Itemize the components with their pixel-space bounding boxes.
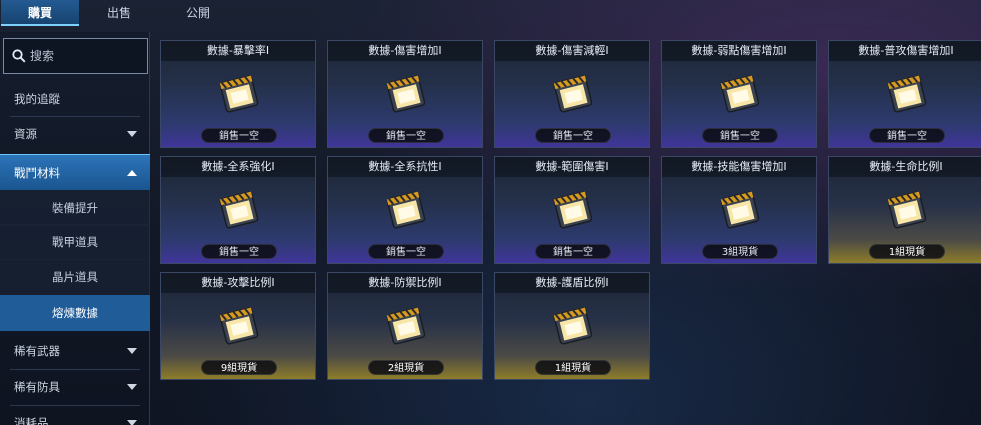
data-chip-icon xyxy=(720,75,760,113)
sidebar-item-label: 戰甲道具 xyxy=(52,235,98,249)
item-card[interactable]: 數據-傷害增加I 銷售一空 xyxy=(327,40,483,148)
sidebar-item-combat-materials[interactable]: 戰鬥材料 xyxy=(0,154,150,190)
sidebar-item-label: 資源 xyxy=(14,127,37,141)
item-title: 數據-防禦比例I xyxy=(328,273,482,293)
sidebar-item-label: 稀有防具 xyxy=(14,380,60,394)
item-title: 數據-弱點傷害增加I xyxy=(662,41,816,61)
status-badge: 銷售一空 xyxy=(201,128,277,143)
data-chip-icon xyxy=(887,75,927,113)
item-title: 數據-攻擊比例I xyxy=(161,273,315,293)
chevron-down-icon xyxy=(127,384,137,390)
item-title: 數據-全系抗性I xyxy=(328,157,482,177)
item-card[interactable]: 數據-弱點傷害增加I 銷售一空 xyxy=(661,40,817,148)
item-card[interactable]: 數據-全系抗性I 銷售一空 xyxy=(327,156,483,264)
item-card[interactable]: 數據-攻擊比例I 9組現貨 xyxy=(160,272,316,380)
data-chip-icon xyxy=(386,307,426,345)
sidebar-item-chip-items[interactable]: 晶片道具 xyxy=(0,259,150,295)
sidebar-item-label: 稀有武器 xyxy=(14,344,60,358)
status-badge: 銷售一空 xyxy=(368,128,444,143)
data-chip-icon xyxy=(553,307,593,345)
data-chip-icon xyxy=(219,307,259,345)
sidebar-item-rare-armor[interactable]: 稀有防具 xyxy=(0,369,150,405)
item-card[interactable]: 數據-暴擊率I 銷售一空 xyxy=(160,40,316,148)
data-chip-icon xyxy=(553,75,593,113)
sidebar-item-rare-weapons[interactable]: 稀有武器 xyxy=(0,333,150,369)
data-chip-icon xyxy=(219,191,259,229)
sidebar-item-label: 我的追蹤 xyxy=(14,92,60,106)
status-badge: 銷售一空 xyxy=(535,244,611,259)
item-title: 數據-範圍傷害I xyxy=(495,157,649,177)
item-title: 數據-普攻傷害增加I xyxy=(829,41,981,61)
sidebar-item-resources[interactable]: 資源 xyxy=(0,116,150,152)
item-card[interactable]: 數據-防禦比例I 2組現貨 xyxy=(327,272,483,380)
item-title: 數據-傷害減輕I xyxy=(495,41,649,61)
data-chip-icon xyxy=(887,191,927,229)
data-chip-icon xyxy=(386,191,426,229)
status-badge: 3組現貨 xyxy=(702,244,778,259)
search-icon xyxy=(12,49,26,63)
sidebar-item-armor-items[interactable]: 戰甲道具 xyxy=(0,224,150,260)
item-card[interactable]: 數據-生命比例I 1組現貨 xyxy=(828,156,981,264)
chevron-down-icon xyxy=(127,131,137,137)
item-card[interactable]: 數據-傷害減輕I 銷售一空 xyxy=(494,40,650,148)
item-card[interactable]: 數據-技能傷害增加I 3組現貨 xyxy=(661,156,817,264)
tab-buy[interactable]: 購買 xyxy=(1,0,79,26)
data-chip-icon xyxy=(386,75,426,113)
chevron-up-icon xyxy=(127,170,137,176)
sidebar-item-smelting-data[interactable]: 熔煉數據 xyxy=(0,295,150,331)
sidebar-item-label: 戰鬥材料 xyxy=(14,165,60,180)
status-badge: 銷售一空 xyxy=(201,244,277,259)
sidebar-item-label: 消耗品 xyxy=(14,416,49,425)
sidebar-item-equipment-upgrade[interactable]: 裝備提升 xyxy=(0,190,150,226)
item-title: 數據-全系強化I xyxy=(161,157,315,177)
status-badge: 9組現貨 xyxy=(201,360,277,375)
chevron-down-icon xyxy=(127,348,137,354)
data-chip-icon xyxy=(553,191,593,229)
chevron-down-icon xyxy=(127,420,137,425)
status-badge: 銷售一空 xyxy=(535,128,611,143)
item-title: 數據-傷害增加I xyxy=(328,41,482,61)
data-chip-icon xyxy=(720,191,760,229)
search-box[interactable] xyxy=(3,38,148,74)
status-badge: 1組現貨 xyxy=(869,244,945,259)
item-title: 數據-技能傷害增加I xyxy=(662,157,816,177)
sidebar-item-watchlist[interactable]: 我的追蹤 xyxy=(0,81,150,117)
item-card[interactable]: 數據-全系強化I 銷售一空 xyxy=(160,156,316,264)
search-input[interactable] xyxy=(30,49,140,63)
tab-sell[interactable]: 出售 xyxy=(80,0,158,26)
tab-public[interactable]: 公開 xyxy=(159,0,237,26)
data-chip-icon xyxy=(219,75,259,113)
item-title: 數據-護盾比例I xyxy=(495,273,649,293)
status-badge: 2組現貨 xyxy=(368,360,444,375)
top-tab-bar: 購買 出售 公開 xyxy=(0,0,981,30)
category-sidebar: 我的追蹤 資源 戰鬥材料 裝備提升 戰甲道具 晶片道具 熔煉數據 稀有武器 稀有… xyxy=(0,32,150,425)
status-badge: 銷售一空 xyxy=(869,128,945,143)
item-card[interactable]: 數據-範圍傷害I 銷售一空 xyxy=(494,156,650,264)
status-badge: 銷售一空 xyxy=(702,128,778,143)
sidebar-item-consumables[interactable]: 消耗品 xyxy=(0,405,150,425)
status-badge: 1組現貨 xyxy=(535,360,611,375)
item-card[interactable]: 數據-護盾比例I 1組現貨 xyxy=(494,272,650,380)
sidebar-item-label: 晶片道具 xyxy=(52,270,98,284)
item-card[interactable]: 數據-普攻傷害增加I 銷售一空 xyxy=(828,40,981,148)
item-title: 數據-生命比例I xyxy=(829,157,981,177)
item-title: 數據-暴擊率I xyxy=(161,41,315,61)
status-badge: 銷售一空 xyxy=(368,244,444,259)
sidebar-item-label: 裝備提升 xyxy=(52,201,98,215)
sidebar-item-label: 熔煉數據 xyxy=(52,306,98,320)
